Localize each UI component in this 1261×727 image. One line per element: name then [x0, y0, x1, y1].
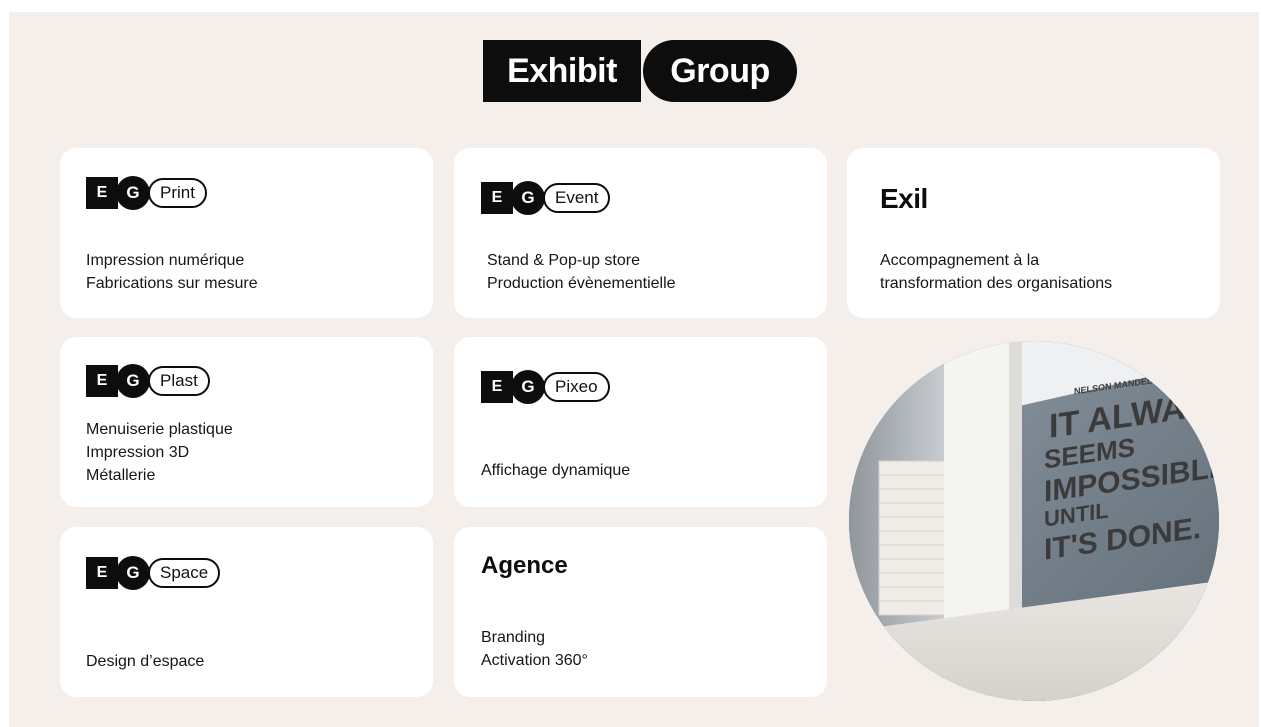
card-description: Stand & Pop-up store Production évènemen… [487, 249, 676, 295]
agence-title: Agence [481, 552, 568, 579]
card-eg-space[interactable]: E G Space Design d’espace [60, 527, 433, 697]
office-photo-illustration: NELSON MANDELA IT ALWAYS SEEMS IMPOSSIBL… [849, 341, 1219, 701]
eg-division-name: Plast [148, 366, 210, 396]
eg-plast-logo: E G Plast [86, 364, 210, 398]
eg-e-mark: E [86, 365, 118, 397]
eg-division-name: Space [148, 558, 221, 588]
eg-e-mark: E [481, 182, 513, 214]
description-line: Affichage dynamique [481, 462, 631, 479]
description-line: Production évènementielle [487, 275, 676, 292]
description-line: Impression 3D [86, 444, 190, 461]
card-description: Menuiserie plastique Impression 3D Métal… [86, 418, 233, 487]
card-description: Branding Activation 360° [481, 626, 588, 672]
description-line: Stand & Pop-up store [487, 252, 640, 269]
eg-pixeo-logo: E G Pixeo [481, 370, 610, 404]
office-photo: NELSON MANDELA IT ALWAYS SEEMS IMPOSSIBL… [849, 341, 1219, 701]
eg-g-mark: G [116, 364, 150, 398]
eg-e-mark: E [481, 371, 513, 403]
logo-group-pill: Group [643, 40, 797, 102]
card-agence[interactable]: Agence Branding Activation 360° [454, 527, 827, 697]
card-exil[interactable]: Exil Accompagnement à la transformation … [847, 148, 1220, 318]
description-line: Métallerie [86, 467, 156, 484]
description-line: Impression numérique [86, 252, 245, 269]
exil-title: Exil [880, 183, 928, 214]
eg-division-name: Event [543, 183, 611, 213]
eg-division-name: Pixeo [543, 372, 610, 402]
description-line: transformation des organisations [880, 275, 1113, 292]
eg-g-mark: G [116, 176, 150, 210]
exhibit-group-logo: Exhibit Group [483, 40, 797, 102]
eg-e-mark: E [86, 177, 118, 209]
card-description: Accompagnement à la transformation des o… [880, 249, 1112, 295]
description-line: Fabrications sur mesure [86, 275, 258, 292]
eg-g-mark: G [511, 181, 545, 215]
eg-event-logo: E G Event [481, 181, 611, 215]
eg-g-mark: G [511, 370, 545, 404]
description-line: Design d’espace [86, 653, 205, 670]
logo-exhibit-box: Exhibit [483, 40, 641, 102]
eg-g-mark: G [116, 556, 150, 590]
eg-e-mark: E [86, 557, 118, 589]
card-description: Design d’espace [86, 650, 204, 673]
card-description: Impression numérique Fabrications sur me… [86, 249, 258, 295]
card-eg-pixeo[interactable]: E G Pixeo Affichage dynamique [454, 337, 827, 507]
card-eg-plast[interactable]: E G Plast Menuiserie plastique Impressio… [60, 337, 433, 507]
eg-print-logo: E G Print [86, 176, 207, 210]
description-line: Activation 360° [481, 652, 588, 669]
card-eg-print[interactable]: E G Print Impression numérique Fabricati… [60, 148, 433, 318]
description-line: Accompagnement à la [880, 252, 1040, 269]
eg-space-logo: E G Space [86, 556, 221, 590]
card-eg-event[interactable]: E G Event Stand & Pop-up store Productio… [454, 148, 827, 318]
eg-division-name: Print [148, 178, 207, 208]
description-line: Branding [481, 629, 546, 646]
description-line: Menuiserie plastique [86, 421, 233, 438]
card-description: Affichage dynamique [481, 459, 630, 482]
